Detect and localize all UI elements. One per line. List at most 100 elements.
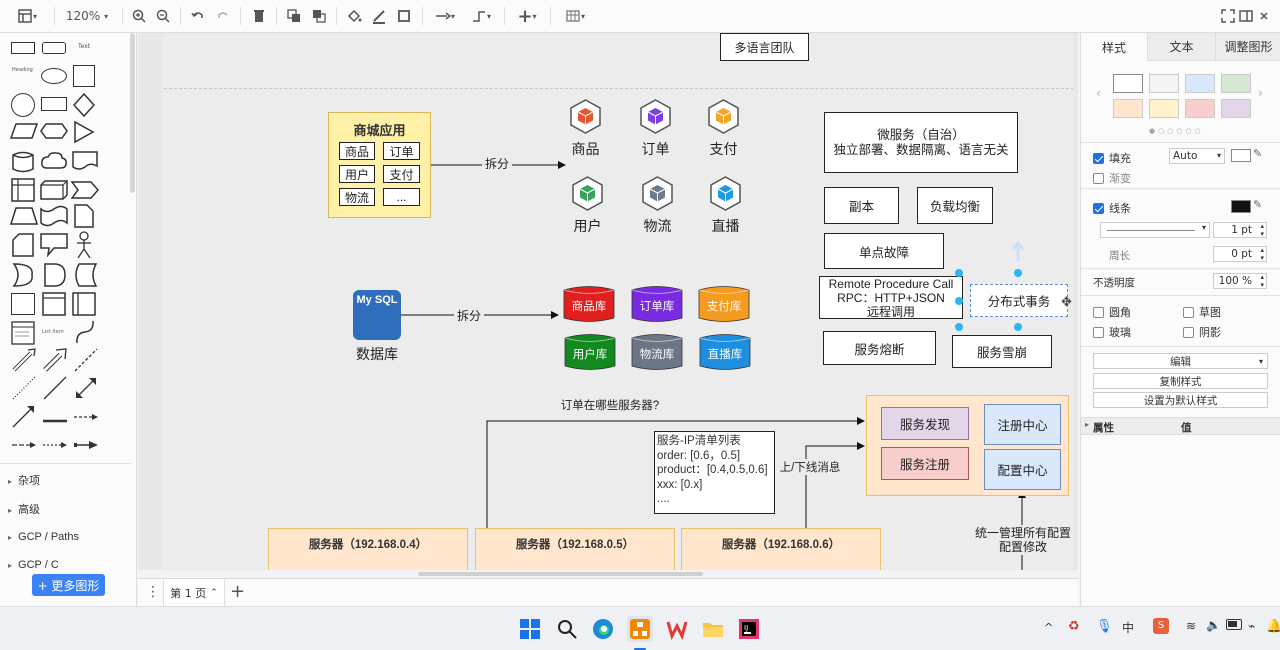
style-swatch[interactable] [1221, 74, 1251, 93]
service-avalanche-box[interactable]: 服务雪崩 [952, 335, 1052, 368]
registry-center-box[interactable]: 注册中心 [984, 404, 1061, 445]
service-icon-6[interactable] [708, 176, 743, 211]
line-color-swatch[interactable] [1231, 200, 1251, 213]
service-icon-5[interactable] [640, 176, 675, 211]
mall-app-box[interactable]: 商城应用 商品 订单 用户 支付 物流 ... [328, 112, 431, 218]
service-icon-2[interactable] [638, 99, 673, 134]
category-advanced[interactable]: 高级 [8, 501, 40, 517]
wifi-icon[interactable]: ≋ [1186, 619, 1196, 633]
square-shape[interactable] [73, 65, 95, 87]
volume-icon[interactable]: 🔈 [1206, 618, 1221, 632]
edge-browser-icon[interactable] [591, 617, 615, 641]
container-shape[interactable] [11, 293, 35, 315]
line-shape[interactable] [42, 375, 68, 401]
category-misc[interactable]: 杂项 [8, 472, 40, 488]
add-page-icon[interactable]: + [230, 581, 245, 602]
style-swatch[interactable] [1149, 99, 1179, 118]
fullscreen-icon[interactable] [1220, 6, 1236, 26]
page-tab-1[interactable]: 第 1 页 ⌃ [163, 579, 225, 607]
collapse-icon[interactable] [1256, 6, 1272, 26]
category-gcp-c[interactable]: GCP / C [8, 559, 59, 568]
microservice-box[interactable]: 微服务（自治） 独立部署、数据隔离、语言无关 [824, 112, 1018, 173]
battery-icon[interactable] [1226, 619, 1242, 630]
load-balance-box[interactable]: 负载均衡 [917, 187, 993, 224]
circuit-breaker-box[interactable]: 服务熔断 [823, 331, 936, 365]
diamond-shape[interactable] [72, 92, 96, 118]
curve-shape[interactable] [74, 319, 96, 345]
circle-shape[interactable] [11, 93, 35, 117]
single-point-failure-box[interactable]: 单点故障 [824, 233, 944, 269]
server-box[interactable]: 服务器（192.168.0.6） [681, 528, 881, 570]
dotted-line-shape[interactable] [11, 375, 37, 401]
horizontal-scroll-thumb[interactable] [418, 572, 703, 576]
layout-toggle-icon[interactable]: ▾ [14, 6, 40, 26]
arrow-shape[interactable] [42, 347, 68, 373]
gradient-checkbox[interactable]: 渐变 [1093, 170, 1131, 186]
shadow-checkbox[interactable]: 阴影 [1183, 324, 1221, 340]
style-swatch[interactable] [1221, 99, 1251, 118]
ip-list-box[interactable]: 服务-IP清单列表 order: [0.6，0.5] product：[0.4,… [654, 431, 775, 514]
opacity-input[interactable]: 100 % ▴ ▾ [1213, 273, 1267, 289]
more-shapes-button[interactable]: + 更多图形 [32, 574, 105, 596]
notification-bell-icon[interactable]: 🔔 [1266, 619, 1280, 634]
glass-checkbox[interactable]: 玻璃 [1093, 324, 1131, 340]
rectangle-shape[interactable] [11, 42, 35, 54]
swimlane-shape[interactable] [42, 292, 66, 316]
swatch-next-icon[interactable]: › [1258, 86, 1263, 100]
properties-header[interactable]: ▸ 属性 值 [1081, 417, 1280, 435]
perimeter-input[interactable]: 0 pt ▴ ▾ [1213, 246, 1267, 262]
database-cylinder[interactable]: 用户库 [564, 332, 616, 372]
tab-style[interactable]: 样式 [1081, 33, 1147, 61]
text-shape[interactable]: Text [78, 43, 90, 50]
thick-line-shape[interactable] [42, 413, 68, 423]
internal-storage-shape[interactable] [11, 178, 35, 202]
card-shape[interactable] [12, 233, 34, 257]
intellij-icon[interactable]: IJ [737, 617, 761, 641]
rpc-box[interactable]: Remote Procedure Call RPC：HTTP+JSON 远程调用 [819, 276, 963, 319]
team-box[interactable]: 多语言团队 [720, 33, 809, 61]
database-cylinder[interactable]: 支付库 [698, 284, 750, 324]
shadow-icon[interactable] [395, 6, 413, 26]
tab-arrange[interactable]: 调整图形 [1215, 33, 1280, 61]
order-question-label[interactable]: 订单在哪些服务器? [558, 397, 662, 413]
swatch-prev-icon[interactable]: ‹ [1096, 86, 1101, 100]
service-icon-1[interactable] [568, 99, 603, 134]
database-cylinder[interactable]: 商品库 [563, 284, 615, 324]
style-swatch[interactable] [1185, 99, 1215, 118]
step-shape[interactable] [70, 181, 99, 199]
trapezoid-shape[interactable] [9, 207, 39, 225]
windows-start-icon[interactable] [518, 617, 542, 641]
fill-color-swatch[interactable] [1231, 149, 1251, 162]
fill-edit-icon[interactable]: ✎ [1253, 147, 1262, 160]
set-default-style-button[interactable]: 设置为默认样式 [1093, 392, 1268, 408]
dash-arrow-shape[interactable] [73, 411, 99, 421]
hexagon-shape[interactable] [40, 123, 68, 139]
resize-handle[interactable] [955, 323, 963, 331]
service-register-box[interactable]: 服务注册 [881, 447, 969, 480]
insert-plus-icon[interactable]: + ▾ [512, 6, 542, 27]
diagram-canvas[interactable]: 多语言团队 商城应用 商品 订单 用户 支付 物流 ... 拆分 商品 订单 支付用… [138, 33, 1078, 570]
tape-shape[interactable] [40, 205, 68, 227]
dotted-arrow-shape[interactable] [42, 439, 68, 449]
drawio-app-icon[interactable] [627, 616, 653, 642]
config-center-box[interactable]: 配置中心 [984, 449, 1061, 490]
style-swatch[interactable] [1149, 74, 1179, 93]
style-swatch[interactable] [1113, 99, 1143, 118]
line-color-icon[interactable] [370, 6, 388, 26]
vertical-swimlane-shape[interactable] [72, 292, 96, 316]
server-box[interactable]: 服务器（192.168.0.4） [268, 528, 468, 570]
replica-box[interactable]: 副本 [824, 187, 899, 224]
list-shape[interactable] [11, 321, 35, 345]
resize-handle[interactable] [1014, 269, 1022, 277]
waypoints-icon[interactable]: ▾ [466, 6, 496, 26]
fill-color-icon[interactable] [345, 6, 363, 26]
config-note-label[interactable]: 统一管理所有配置 配置修改 [964, 525, 1078, 555]
swatch-pager[interactable]: ●○○○○○ [1149, 127, 1204, 135]
network-icon[interactable]: ⌁ [1248, 619, 1255, 633]
or-shape[interactable] [12, 263, 34, 287]
to-front-icon[interactable] [285, 6, 303, 26]
mysql-icon[interactable]: My SQL [353, 290, 401, 340]
server-box[interactable]: 服务器（192.168.0.5） [475, 528, 675, 570]
ellipse-shape[interactable] [41, 68, 67, 84]
resize-handle[interactable] [955, 269, 963, 277]
